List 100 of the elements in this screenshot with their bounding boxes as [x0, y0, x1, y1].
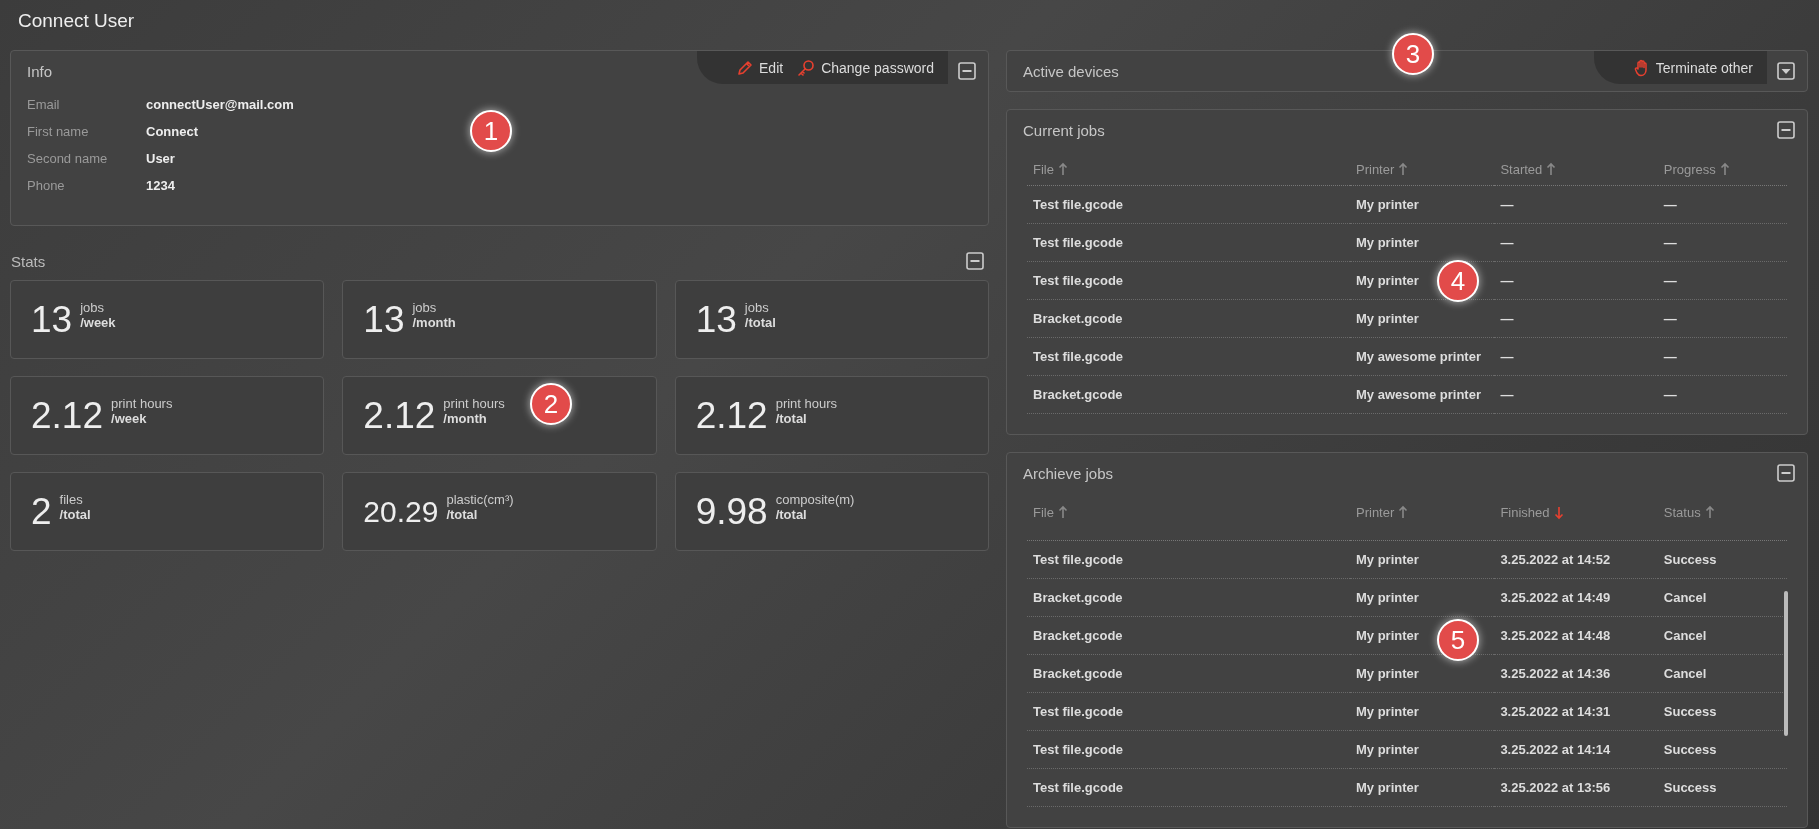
stat-value: 20.29 — [363, 494, 439, 529]
arrow-up-icon[interactable] — [1057, 505, 1068, 520]
table-cell: — — [1657, 375, 1787, 414]
stat-unit: print hours — [775, 395, 838, 411]
page-title: Connect User — [17, 9, 136, 33]
stat-value: 9.98 — [695, 490, 768, 533]
table-cell: 3.25.2022 at 14:31 — [1494, 692, 1658, 731]
stat-value: 13 — [31, 298, 73, 341]
column-header[interactable]: Progress — [1663, 162, 1716, 177]
collapse-icon[interactable] — [966, 252, 984, 270]
table-cell: My printer — [1350, 540, 1495, 579]
stat-unit: print hours — [111, 395, 173, 411]
stat-period: /total — [744, 314, 776, 330]
table-cell: 3.25.2022 at 14:14 — [1494, 730, 1658, 769]
stat-period: /month — [412, 314, 456, 330]
terminate-button[interactable]: Terminate other — [1633, 58, 1753, 77]
stat-unit: plastic(cm³) — [446, 491, 514, 507]
table-cell: Bracket.gcode — [1027, 299, 1350, 338]
table-cell: 3.25.2022 at 14:52 — [1494, 540, 1658, 579]
callout-badge: 1 — [470, 110, 512, 152]
table-cell: Test file.gcode — [1027, 337, 1350, 376]
table-cell: — — [1494, 299, 1658, 338]
field-value: Connect — [146, 124, 199, 139]
callout-badge: 3 — [1392, 33, 1434, 75]
collapse-icon[interactable] — [958, 62, 976, 80]
arrow-up-icon[interactable] — [1398, 162, 1409, 177]
callout-badge: 5 — [1437, 619, 1479, 661]
table-cell: My awesome printer — [1350, 337, 1495, 376]
field-value: User — [146, 151, 176, 166]
column-header[interactable]: Started — [1500, 162, 1543, 177]
stat-period: /week — [80, 314, 116, 330]
key-icon — [797, 58, 816, 77]
stat-period: /total — [59, 506, 91, 522]
arrow-up-icon[interactable] — [1704, 505, 1715, 520]
stat-unit: print hours — [443, 395, 505, 411]
expand-icon[interactable] — [1777, 62, 1795, 80]
password-button[interactable]: Change password — [797, 58, 934, 77]
table-cell: 3.25.2022 at 13:56 — [1494, 768, 1658, 807]
stat-period: /week — [111, 410, 148, 426]
table-cell: Success — [1657, 540, 1787, 579]
stat-value: 2.12 — [31, 394, 103, 437]
table-cell: My printer — [1350, 578, 1495, 617]
table-cell: — — [1657, 185, 1787, 224]
table-cell: Bracket.gcode — [1027, 616, 1350, 655]
pencil-icon — [737, 59, 753, 76]
stat-period: /total — [775, 506, 807, 522]
column-header[interactable]: Printer — [1356, 162, 1395, 177]
table-cell: — — [1494, 223, 1658, 262]
table-cell: — — [1657, 223, 1787, 262]
arrow-up-icon[interactable] — [1719, 162, 1730, 177]
stat-value: 2.12 — [363, 394, 436, 437]
column-header[interactable]: Finished — [1500, 505, 1550, 520]
stat-period: /total — [446, 506, 478, 522]
stat-unit: jobs — [80, 299, 105, 315]
table-cell: Test file.gcode — [1027, 185, 1350, 224]
table-cell: Test file.gcode — [1027, 540, 1350, 579]
table-cell: — — [1494, 185, 1658, 224]
arrow-up-icon[interactable] — [1398, 505, 1409, 520]
scrollbar[interactable] — [1784, 591, 1788, 736]
field-label: Email — [27, 97, 61, 112]
collapse-icon[interactable] — [1777, 464, 1795, 482]
column-header[interactable]: File — [1033, 505, 1054, 520]
table-cell: Success — [1657, 768, 1787, 807]
table-cell: — — [1657, 337, 1787, 376]
stat-value: 2.12 — [695, 394, 768, 437]
column-header[interactable]: Status — [1663, 505, 1701, 520]
field-value: connectUser@mail.com — [146, 97, 294, 112]
arrow-down-icon[interactable] — [1553, 505, 1564, 520]
table-cell: My printer — [1350, 185, 1495, 224]
edit-button[interactable]: Edit — [737, 59, 784, 76]
stat-unit: composite(m) — [775, 491, 855, 507]
stat-value: 13 — [695, 298, 737, 341]
panel-title: Archieve jobs — [1023, 464, 1115, 482]
stat-period: /month — [443, 410, 488, 426]
table-cell: Test file.gcode — [1027, 692, 1350, 731]
table-cell: My printer — [1350, 768, 1495, 807]
stat-unit: files — [59, 491, 84, 507]
panel-title: Info — [27, 62, 54, 80]
table-cell: 3.25.2022 at 14:49 — [1494, 578, 1658, 617]
column-header[interactable]: File — [1033, 162, 1054, 177]
arrow-up-icon[interactable] — [1546, 162, 1557, 177]
table-cell: — — [1494, 261, 1658, 300]
table-cell: — — [1494, 375, 1658, 414]
table-cell: Test file.gcode — [1027, 223, 1350, 262]
table-cell: My printer — [1350, 730, 1495, 769]
table-cell: 3.25.2022 at 14:48 — [1494, 616, 1658, 655]
field-value: 1234 — [146, 178, 176, 193]
stat-unit: jobs — [744, 299, 770, 315]
callout-badge: 4 — [1437, 260, 1479, 302]
arrow-up-icon[interactable] — [1057, 162, 1068, 177]
field-label: First name — [27, 124, 90, 139]
table-cell: Bracket.gcode — [1027, 654, 1350, 693]
table-cell: Bracket.gcode — [1027, 578, 1350, 617]
table-cell: 3.25.2022 at 14:36 — [1494, 654, 1658, 693]
panel-title: Current jobs — [1023, 121, 1106, 139]
stat-value: 13 — [363, 298, 405, 341]
table-cell: — — [1657, 299, 1787, 338]
collapse-icon[interactable] — [1777, 121, 1795, 139]
column-header[interactable]: Printer — [1356, 505, 1395, 520]
table-cell: Test file.gcode — [1027, 768, 1350, 807]
